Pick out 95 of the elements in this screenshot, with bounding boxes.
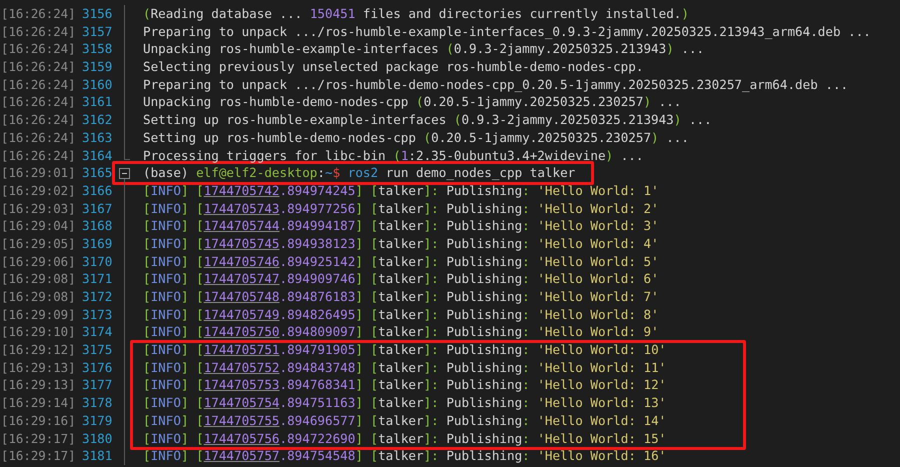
log-line: [INFO] [1744705746.894925142] [talker]: Publishing: 'Hello World: 5' bbox=[142, 252, 659, 270]
line-number: 3178 bbox=[82, 394, 114, 412]
line-number: 3160 bbox=[82, 76, 114, 94]
line-number: 3156 bbox=[82, 5, 114, 23]
line-number: 3168 bbox=[82, 217, 114, 235]
log-line: [INFO] [1744705757.894754548] [talker]: Publishing: 'Hello World: 16' bbox=[142, 447, 666, 465]
line-timestamp: [16:29:06] bbox=[0, 252, 77, 270]
line-number: 3177 bbox=[82, 376, 114, 394]
line-number: 3179 bbox=[82, 412, 114, 430]
line-number: 3157 bbox=[82, 22, 114, 40]
log-line: [INFO] [1744705749.894826495] [talker]: Publishing: 'Hello World: 8' bbox=[142, 306, 659, 324]
timestamp-link[interactable]: 1744705746 bbox=[204, 254, 280, 269]
line-timestamp: [16:26:24] bbox=[0, 22, 77, 40]
log-line: Setting up ros-humble-demo-nodes-cpp (0.20.5-1jammy.20250325.230257) ... bbox=[142, 128, 689, 147]
collapse-icon[interactable] bbox=[119, 168, 130, 180]
line-timestamp: [16:29:01] bbox=[0, 164, 77, 182]
log-line: [INFO] [1744705751.894791905] [talker]: Publishing: 'Hello World: 10' bbox=[142, 341, 666, 359]
timestamp-link[interactable]: 1744705749 bbox=[204, 306, 280, 322]
log-line: Processing triggers for libc-bin (1:2.35-0ubuntu3.4+2widevine) ... bbox=[142, 146, 644, 164]
line-number: 3159 bbox=[82, 58, 114, 76]
log-line: [INFO] [1744705744.894994187] [talker]: Publishing: 'Hello World: 3' bbox=[142, 217, 659, 235]
timestamp-link[interactable]: 1744705747 bbox=[204, 271, 280, 286]
timestamp-link[interactable]: 1744705752 bbox=[204, 360, 280, 375]
log-line: Unpacking ros-humble-demo-nodes-cpp (0.20.5-1jammy.20250325.230257) ... bbox=[142, 93, 682, 112]
line-number: 3164 bbox=[82, 146, 114, 164]
line-number: 3170 bbox=[82, 252, 114, 270]
line-number: 3158 bbox=[82, 40, 114, 58]
line-timestamp: [16:29:12] bbox=[0, 341, 77, 359]
timestamp-link[interactable]: 1744705745 bbox=[204, 236, 280, 251]
line-timestamp: [16:29:16] bbox=[0, 412, 77, 430]
line-number: 3181 bbox=[82, 447, 114, 465]
line-timestamp: [16:29:04] bbox=[0, 217, 77, 235]
log-line: Unpacking ros-humble-example-interfaces (0.9.3-2jammy.20250325.213943) ... bbox=[142, 40, 704, 58]
line-number: 3165 bbox=[82, 164, 114, 182]
line-number: 3175 bbox=[82, 341, 114, 359]
log-line: Selecting previously unselected package ros-humble-demo-nodes-cpp. bbox=[142, 58, 644, 76]
log-line: (base) elf@elf2-desktop:~$ ros2 run demo_nodes_cpp talker bbox=[142, 164, 576, 182]
timestamp-link[interactable]: 1744705757 bbox=[204, 448, 280, 464]
line-timestamp: [16:29:13] bbox=[0, 376, 77, 394]
log-line: Preparing to unpack .../ros-humble-example-interfaces_0.9.3-2jammy.20250325.213943_arm64.deb ... bbox=[142, 22, 871, 40]
line-timestamp: [16:29:02] bbox=[0, 182, 77, 200]
line-timestamp: [16:29:17] bbox=[0, 447, 77, 465]
log-line: [INFO] [1744705748.894876183] [talker]: Publishing: 'Hello World: 7' bbox=[142, 288, 659, 306]
line-number: 3176 bbox=[82, 358, 114, 376]
line-timestamp: [16:29:08] bbox=[0, 288, 77, 306]
line-number: 3171 bbox=[82, 270, 114, 288]
line-timestamp: [16:26:24] bbox=[0, 146, 77, 164]
line-timestamp: [16:29:05] bbox=[0, 234, 77, 253]
line-number: 3166 bbox=[82, 182, 114, 200]
log-line: [INFO] [1744705753.894768341] [talker]: Publishing: 'Hello World: 12' bbox=[142, 376, 666, 394]
timestamp-link[interactable]: 1744705755 bbox=[204, 412, 280, 428]
timestamp-link[interactable]: 1744705756 bbox=[204, 430, 280, 446]
timestamp-link[interactable]: 1744705754 bbox=[204, 395, 280, 410]
line-timestamp: [16:26:24] bbox=[0, 40, 77, 58]
log-line: [INFO] [1744705750.894809097] [talker]: Publishing: 'Hello World: 9' bbox=[142, 323, 659, 342]
log-line: [INFO] [1744705752.894843748] [talker]: Publishing: 'Hello World: 11' bbox=[142, 358, 666, 376]
timestamp-link[interactable]: 1744705748 bbox=[204, 289, 280, 304]
log-line: (Reading database ... 150451 files and directories currently installed.) bbox=[142, 5, 689, 23]
line-timestamp: [16:29:08] bbox=[0, 270, 77, 288]
line-timestamp: [16:26:24] bbox=[0, 128, 77, 147]
log-line: [INFO] [1744705747.894909746] [talker]: Publishing: 'Hello World: 6' bbox=[142, 270, 659, 288]
log-line: [INFO] [1744705742.894974245] [talker]: Publishing: 'Hello World: 1' bbox=[142, 182, 659, 200]
line-number: 3161 bbox=[82, 93, 114, 112]
line-number: 3167 bbox=[82, 200, 114, 218]
line-timestamp: [16:29:13] bbox=[0, 358, 77, 376]
line-timestamp: [16:26:24] bbox=[0, 76, 77, 94]
line-timestamp: [16:29:17] bbox=[0, 430, 77, 448]
log-line: [INFO] [1744705743.894977256] [talker]: Publishing: 'Hello World: 2' bbox=[142, 200, 659, 218]
log-line: Preparing to unpack .../ros-humble-demo-nodes-cpp_0.20.5-1jammy.20250325.230257_arm64.deb ... bbox=[142, 76, 848, 94]
line-number: 3173 bbox=[82, 306, 114, 324]
line-timestamp: [16:29:14] bbox=[0, 394, 77, 412]
line-number: 3172 bbox=[82, 288, 114, 306]
timestamp-link[interactable]: 1744705753 bbox=[204, 377, 280, 392]
timestamp-link[interactable]: 1744705742 bbox=[204, 182, 280, 198]
line-number: 3174 bbox=[82, 323, 114, 342]
line-timestamp: [16:26:24] bbox=[0, 111, 77, 129]
line-timestamp: [16:29:09] bbox=[0, 306, 77, 324]
line-timestamp: [16:26:24] bbox=[0, 93, 77, 112]
log-line: [INFO] [1744705745.894938123] [talker]: Publishing: 'Hello World: 4' bbox=[142, 234, 659, 253]
timestamp-link[interactable]: 1744705750 bbox=[204, 324, 280, 340]
line-timestamp: [16:29:03] bbox=[0, 200, 77, 218]
line-number: 3162 bbox=[82, 111, 114, 129]
log-line: Setting up ros-humble-example-interfaces (0.9.3-2jammy.20250325.213943) ... bbox=[142, 111, 712, 129]
log-line: [INFO] [1744705756.894722690] [talker]: Publishing: 'Hello World: 15' bbox=[142, 430, 666, 448]
timestamp-link[interactable]: 1744705751 bbox=[204, 342, 280, 358]
timestamp-link[interactable]: 1744705744 bbox=[204, 218, 280, 234]
line-timestamp: [16:29:10] bbox=[0, 323, 77, 342]
log-line: [INFO] [1744705754.894751163] [talker]: Publishing: 'Hello World: 13' bbox=[142, 394, 666, 412]
log-line: [INFO] [1744705755.894696577] [talker]: Publishing: 'Hello World: 14' bbox=[142, 412, 666, 430]
line-number: 3163 bbox=[82, 128, 114, 147]
line-timestamp: [16:26:24] bbox=[0, 58, 77, 76]
line-number: 3169 bbox=[82, 234, 114, 253]
line-number: 3180 bbox=[82, 430, 114, 448]
timestamp-link[interactable]: 1744705743 bbox=[204, 200, 280, 216]
line-timestamp: [16:26:24] bbox=[0, 5, 77, 23]
